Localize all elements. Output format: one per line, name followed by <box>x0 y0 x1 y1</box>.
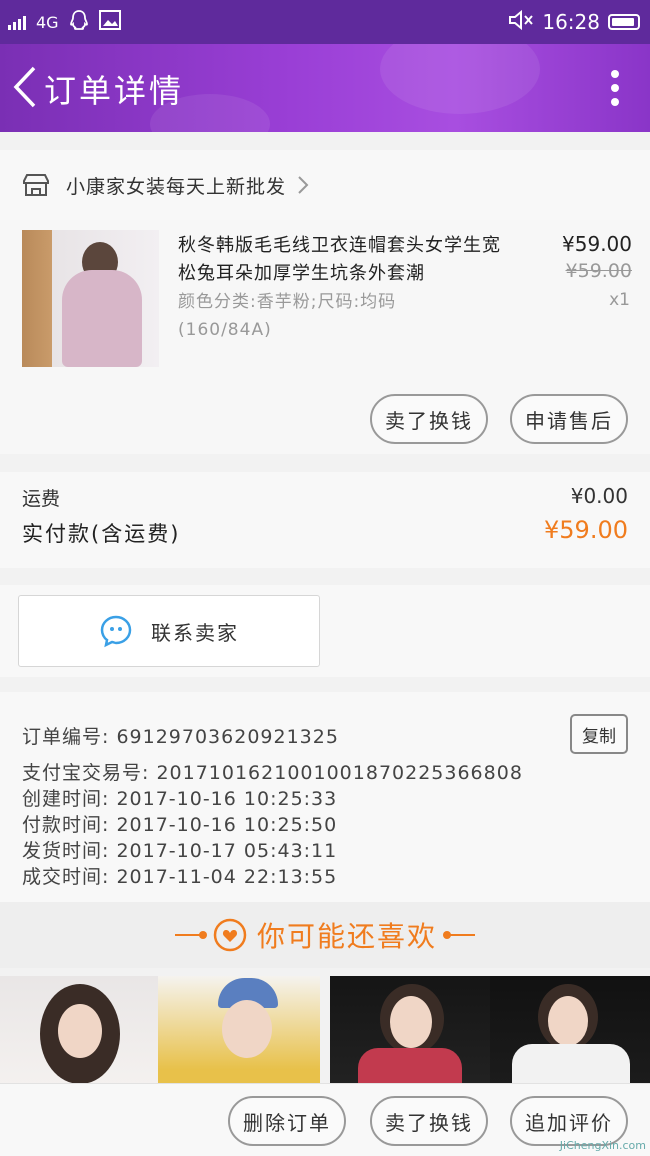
image-icon <box>98 10 121 34</box>
paid-value: ¥59.00 <box>544 516 628 544</box>
shop-name: 小康家女装每天上新批发 <box>66 175 287 198</box>
delete-order-button[interactable]: 删除订单 <box>228 1096 346 1146</box>
after-sale-button[interactable]: 申请售后 <box>510 394 628 444</box>
recommend-product-image[interactable] <box>158 976 320 1086</box>
recommend-title: 你可能还喜欢 <box>256 920 437 953</box>
header-decoration <box>380 44 540 114</box>
chat-bubble-icon <box>100 615 132 648</box>
thumbnail-figure <box>62 270 142 367</box>
mute-icon <box>508 9 534 36</box>
fee-summary: 运费 ¥0.00 实付款(含运费) ¥59.00 <box>0 472 650 568</box>
recommend-header: 你可能还喜欢 <box>0 902 650 968</box>
product-price: ¥59.00 <box>562 232 632 256</box>
model-shirt <box>358 1048 462 1086</box>
clock-time: 16:28 <box>542 10 600 34</box>
sell-exchange-button[interactable]: 卖了换钱 <box>370 1096 488 1146</box>
order-info: 订单编号: 69129703620921325 复制 支付宝交易号: 20171… <box>0 692 650 902</box>
chevron-left-icon <box>13 66 36 108</box>
product-quantity: x1 <box>609 290 630 310</box>
copy-button[interactable]: 复制 <box>570 714 628 754</box>
dot-icon <box>611 84 619 92</box>
divider <box>174 931 207 939</box>
signal-icon <box>8 14 26 30</box>
heart-icon <box>213 918 247 952</box>
battery-icon <box>608 14 640 30</box>
recommend-product-image[interactable] <box>490 976 650 1086</box>
network-type: 4G <box>36 12 59 32</box>
app-header: 订单详情 <box>0 44 650 132</box>
back-button[interactable] <box>10 64 40 110</box>
sell-exchange-button[interactable]: 卖了换钱 <box>370 394 488 444</box>
dot-icon <box>611 70 619 78</box>
shop-icon <box>23 174 49 196</box>
watermark: JiChengXin.com <box>559 1139 646 1152</box>
product-title: 秋冬韩版毛毛线卫衣连帽套头女学生宽松兔耳朵加厚学生坑条外套潮 <box>178 235 501 284</box>
paid-label: 实付款(含运费) <box>22 522 181 546</box>
order-number: 订单编号: 69129703620921325 <box>22 726 339 748</box>
created-time: 创建时间: 2017-10-16 10:25:33 <box>22 788 338 810</box>
status-bar: 4G 16:28 <box>0 0 650 44</box>
qq-icon <box>69 9 89 35</box>
model-face <box>222 1000 272 1058</box>
contact-seller-label: 联系卖家 <box>151 620 239 645</box>
recommend-gallery <box>0 976 650 1086</box>
bottom-action-bar: 删除订单 卖了换钱 追加评价 JiChengXin.com <box>0 1083 650 1156</box>
shipped-time: 发货时间: 2017-10-17 05:43:11 <box>22 840 338 862</box>
order-item[interactable]: 秋冬韩版毛毛线卫衣连帽套头女学生宽松兔耳朵加厚学生坑条外套潮 颜色分类:香芋粉;… <box>0 220 650 454</box>
recommend-product-image[interactable] <box>330 976 490 1086</box>
divider <box>443 931 475 939</box>
contact-seller-button[interactable]: 联系卖家 <box>18 595 320 667</box>
shipping-label: 运费 <box>22 488 61 510</box>
alipay-trade-number: 支付宝交易号: 2017101621001001870225366808 <box>22 762 523 784</box>
product-thumbnail[interactable] <box>22 230 159 367</box>
contact-section: 联系卖家 <box>0 585 650 677</box>
page-title: 订单详情 <box>44 72 185 110</box>
product-sku: 颜色分类:香芋粉;尺码:均码(160/84A) <box>178 292 397 340</box>
dot-icon <box>611 98 619 106</box>
shipping-value: ¥0.00 <box>570 484 628 508</box>
paid-time: 付款时间: 2017-10-16 10:25:50 <box>22 814 338 836</box>
completed-time: 成交时间: 2017-11-04 22:13:55 <box>22 866 338 888</box>
model-face <box>58 1004 102 1058</box>
shop-row[interactable]: 小康家女装每天上新批发 <box>0 150 650 220</box>
more-menu-button[interactable] <box>610 70 620 106</box>
model-shirt <box>512 1044 630 1086</box>
chevron-right-icon <box>298 176 309 194</box>
product-original-price: ¥59.00 <box>565 260 632 282</box>
recommend-product-image[interactable] <box>0 976 158 1086</box>
model-face <box>390 996 432 1048</box>
model-face <box>548 996 588 1046</box>
